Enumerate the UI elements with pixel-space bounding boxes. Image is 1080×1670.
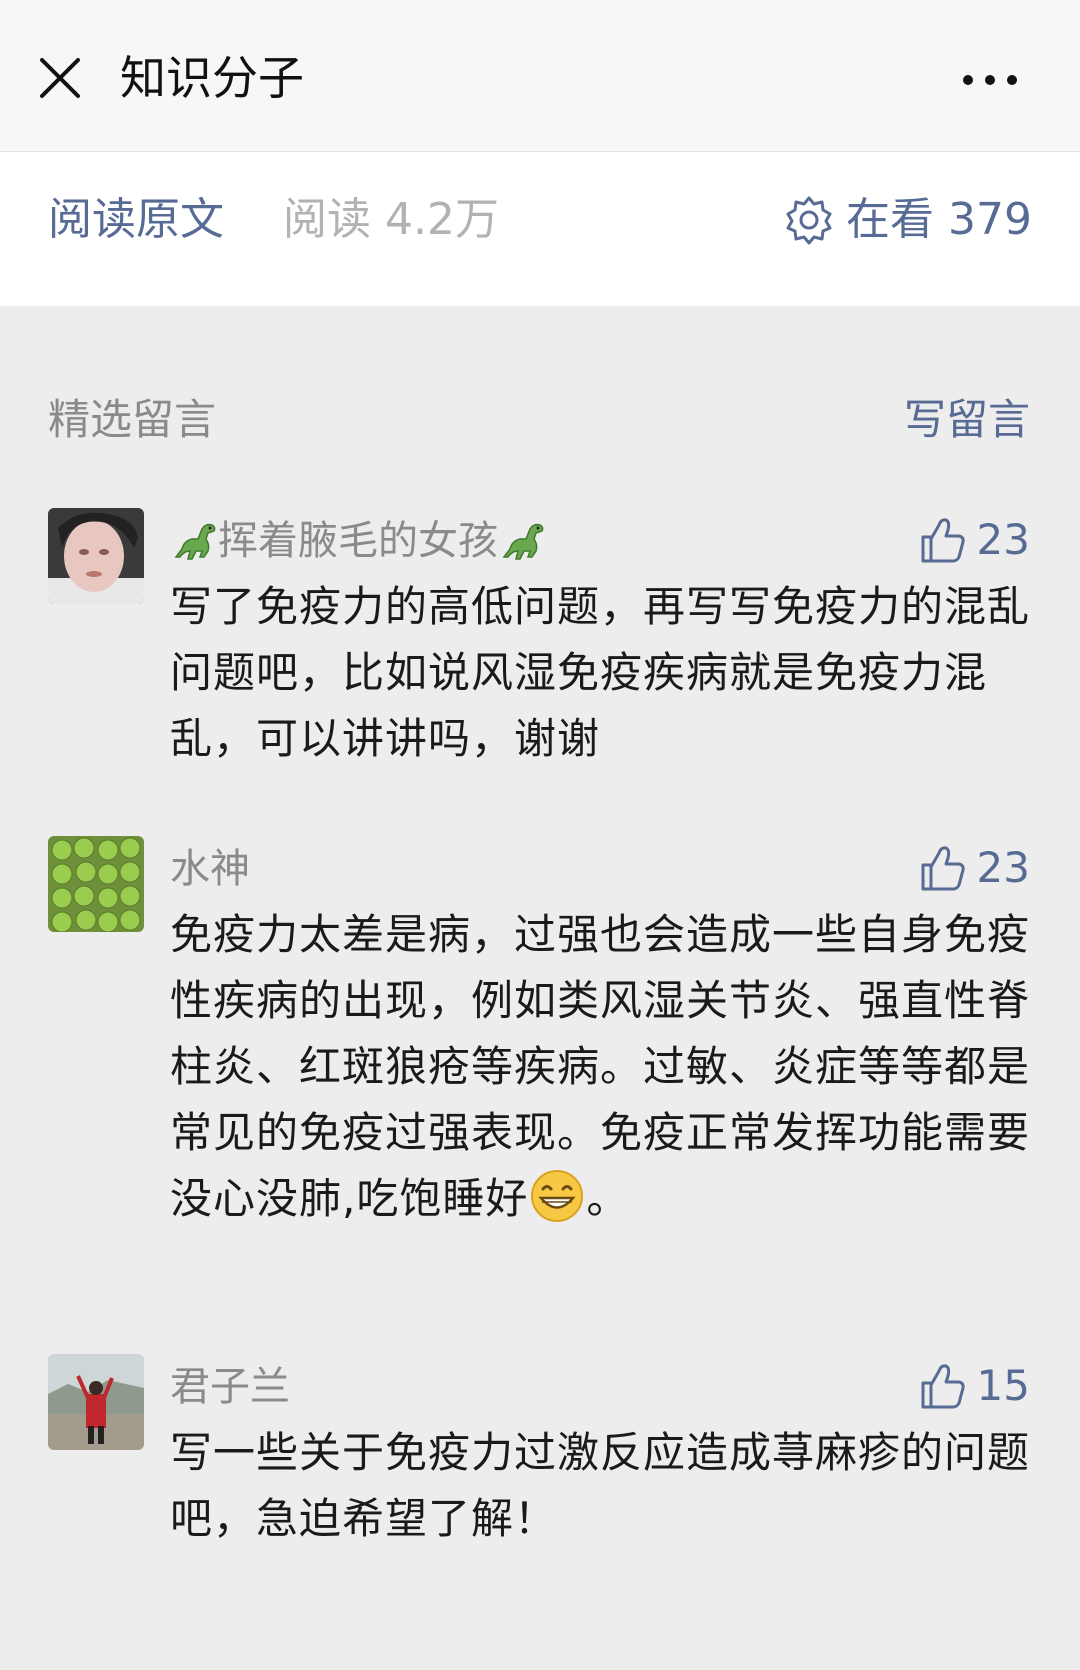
comments-header: 精选留言 写留言 xyxy=(0,380,1080,460)
top-nav-bar: 知识分子 xyxy=(0,0,1080,152)
read-original-link[interactable]: 阅读原文 xyxy=(48,190,224,250)
grin-emoji-icon xyxy=(531,1170,584,1222)
like-count: 23 xyxy=(976,843,1030,892)
article-stats-bar: 阅读原文 阅读 4.2万 在看 379 xyxy=(0,152,1080,306)
dinosaur-icon xyxy=(174,523,216,560)
comments-title: 精选留言 xyxy=(48,395,217,444)
comment-author: 挥着腋毛的女孩 xyxy=(170,514,546,568)
avatar[interactable] xyxy=(48,1354,144,1450)
comment-author-name: 君子兰 xyxy=(170,1364,290,1410)
dinosaur-icon xyxy=(502,523,544,560)
comment-text: 写了免疫力的高低问题，再写写免疫力的混乱问题吧，比如说风湿免疫疾病就是免疫力混乱… xyxy=(170,582,1031,763)
write-comment-button[interactable]: 写留言 xyxy=(904,390,1030,450)
comment-text: 免疫力太差是病，过强也会造成一些自身免疫性疾病的出现，例如类风湿关节炎、强直性脊… xyxy=(170,902,1030,1232)
comment-item: 君子兰 15 写一些关于免疫力过激反应造成荨麻疹的问题吧，急迫希望了解！ xyxy=(0,1354,1080,1554)
like-count: 23 xyxy=(976,515,1030,564)
like-button[interactable]: 23 xyxy=(919,840,1030,896)
comment-text: 写一些关于免疫力过激反应造成荨麻疹的问题吧，急迫希望了解！ xyxy=(170,1428,1031,1543)
more-icon xyxy=(963,75,1017,85)
like-count: 15 xyxy=(976,1361,1030,1410)
watching-icon xyxy=(786,196,832,245)
avatar-image xyxy=(48,836,144,932)
thumb-up-icon xyxy=(921,1364,965,1409)
comment-item: 挥着腋毛的女孩 23 写了免疫力的高低问题，再写写免疫力的混乱问题吧，比如说风湿… xyxy=(0,508,1080,768)
page-title: 知识分子 xyxy=(120,51,304,105)
like-button[interactable]: 23 xyxy=(919,512,1030,568)
like-button[interactable]: 15 xyxy=(919,1358,1030,1414)
thumb-up-icon xyxy=(921,518,965,563)
avatar[interactable] xyxy=(48,508,144,604)
thumb-up-icon xyxy=(921,846,965,891)
close-button[interactable] xyxy=(32,50,88,106)
more-button[interactable] xyxy=(950,60,1030,100)
avatar-image xyxy=(48,1354,144,1450)
close-icon xyxy=(40,58,80,98)
comment-author-name: 挥着腋毛的女孩 xyxy=(218,518,498,564)
comment-author-name: 水神 xyxy=(170,846,250,892)
comment-text-end: 。 xyxy=(586,1174,630,1223)
avatar[interactable] xyxy=(48,836,144,932)
page: 知识分子 阅读原文 阅读 4.2万 在看 379 精选留言 写留言 挥着腋毛的女… xyxy=(0,0,1080,1670)
comment-item: 水神 23 免疫力太差是病，过强也会造成一些自身免疫性疾病的出现，例如类风湿关节… xyxy=(0,836,1080,1276)
read-count: 阅读 4.2万 xyxy=(283,194,499,245)
watching-label: 在看 379 xyxy=(846,194,1032,245)
avatar-image xyxy=(48,508,144,604)
watching-button[interactable]: 在看 379 xyxy=(784,190,1032,250)
